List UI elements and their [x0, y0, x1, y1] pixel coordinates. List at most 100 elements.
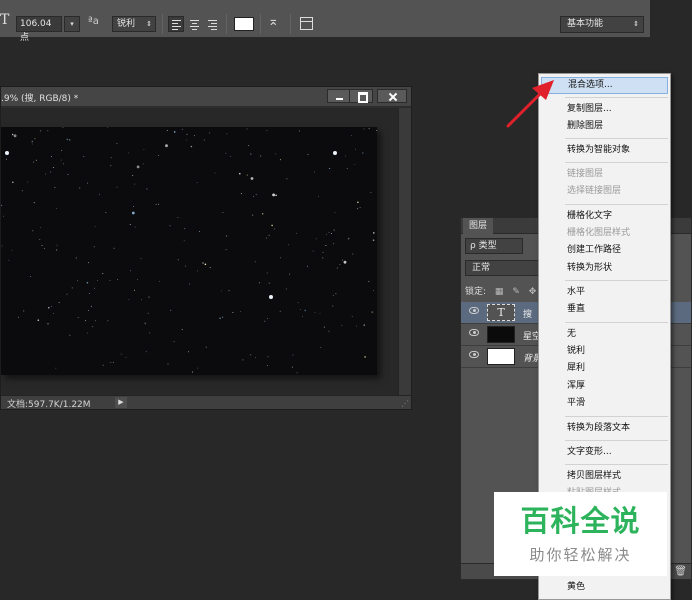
- star: [92, 326, 94, 328]
- star: [196, 181, 198, 183]
- menu-item[interactable]: 创建工作路径: [541, 242, 668, 259]
- align-left-button[interactable]: [168, 16, 184, 32]
- menu-item[interactable]: 黄色: [541, 579, 668, 596]
- star: [88, 310, 89, 311]
- star: [48, 306, 50, 309]
- warp-text-icon[interactable]: ⌅: [268, 14, 279, 29]
- menu-item[interactable]: 删除图层: [541, 118, 668, 135]
- star: [61, 150, 63, 151]
- eye-icon[interactable]: [469, 351, 479, 358]
- star: [372, 289, 374, 291]
- menu-separator: [565, 440, 668, 441]
- lock-move-icon[interactable]: ✥: [529, 287, 537, 297]
- resize-grip-icon[interactable]: ⋰: [401, 399, 409, 408]
- menu-item[interactable]: 混合选项...: [541, 77, 668, 94]
- star: [131, 211, 135, 215]
- star: [136, 279, 138, 280]
- star: [50, 156, 52, 158]
- eye-icon[interactable]: [469, 307, 479, 314]
- menu-item[interactable]: 栅格化文字: [541, 208, 668, 225]
- divider: [162, 14, 163, 34]
- divider: [260, 14, 261, 34]
- menu-separator: [565, 322, 668, 323]
- menu-item[interactable]: 锐利: [541, 343, 668, 360]
- star: [264, 320, 266, 322]
- star: [158, 203, 160, 205]
- star: [146, 188, 148, 190]
- star: [214, 172, 216, 174]
- menu-item[interactable]: 垂直: [541, 301, 668, 318]
- star: [197, 367, 199, 369]
- menu-item[interactable]: 平滑: [541, 395, 668, 412]
- star: [77, 280, 79, 282]
- star: [330, 233, 332, 235]
- font-size-field[interactable]: 106.04 点: [16, 16, 62, 43]
- menu-item[interactable]: 拷贝图层样式: [541, 468, 668, 485]
- star: [30, 276, 31, 277]
- canvas-area[interactable]: [1, 108, 399, 396]
- eye-icon[interactable]: [469, 329, 479, 336]
- star: [116, 186, 118, 188]
- menu-item[interactable]: 犀利: [541, 360, 668, 377]
- document-titlebar[interactable]: .9% (搜, RGB/8) *: [1, 87, 411, 107]
- star: [136, 165, 140, 169]
- star: [120, 353, 122, 355]
- star: [56, 244, 58, 246]
- starfield-image[interactable]: [1, 127, 377, 375]
- star: [228, 290, 230, 292]
- text-tool-icon[interactable]: T: [0, 12, 9, 28]
- star: [50, 306, 52, 307]
- vertical-scrollbar[interactable]: [398, 108, 411, 396]
- layer-filter-value: ρ 类型: [470, 241, 497, 251]
- star: [332, 243, 334, 245]
- star: [109, 280, 111, 282]
- maximize-button[interactable]: [349, 89, 373, 103]
- star: [113, 247, 115, 249]
- lock-transparent-icon[interactable]: ▦: [495, 287, 504, 297]
- antialias-select[interactable]: 锐利 ⇕: [112, 16, 156, 32]
- star: [352, 253, 354, 255]
- star: [186, 133, 188, 135]
- star: [181, 128, 183, 130]
- star: [351, 315, 353, 317]
- layer-filter-select[interactable]: ρ 类型: [465, 238, 523, 254]
- star: [334, 211, 336, 213]
- close-button[interactable]: [377, 89, 407, 103]
- blend-mode-select[interactable]: 正常: [465, 260, 541, 276]
- menu-item[interactable]: 浑厚: [541, 378, 668, 395]
- star: [68, 139, 71, 141]
- watermark-logo: 百科全说 助你轻松解决: [494, 492, 667, 576]
- trash-icon[interactable]: 🗑: [674, 566, 687, 577]
- align-right-button[interactable]: [204, 16, 220, 32]
- star: [190, 145, 193, 148]
- font-size-dropdown[interactable]: ▾: [64, 16, 80, 32]
- menu-item[interactable]: 转换为段落文本: [541, 420, 668, 437]
- workspace-select[interactable]: 基本功能 ⇕: [560, 16, 644, 33]
- menu-item[interactable]: 转换为形状: [541, 260, 668, 277]
- menu-item[interactable]: 文字变形...: [541, 444, 668, 461]
- star: [344, 155, 346, 157]
- star: [322, 251, 324, 253]
- star: [12, 181, 14, 184]
- star: [128, 152, 130, 154]
- minimize-button[interactable]: [327, 89, 351, 103]
- star: [341, 325, 343, 327]
- menu-item[interactable]: 复制图层...: [541, 101, 668, 118]
- star: [11, 249, 13, 251]
- tab-layers[interactable]: 图层: [463, 218, 494, 234]
- text-color-swatch[interactable]: [234, 17, 254, 31]
- menu-item[interactable]: 无: [541, 326, 668, 343]
- star: [1, 204, 3, 206]
- character-panel-icon[interactable]: [300, 17, 313, 30]
- menu-item[interactable]: 转换为智能对象: [541, 142, 668, 159]
- star: [312, 250, 314, 252]
- status-menu-arrow[interactable]: ▶: [115, 397, 127, 408]
- star: [343, 260, 347, 264]
- star: [169, 225, 171, 227]
- lock-paint-icon[interactable]: ✎: [512, 287, 520, 297]
- align-center-button[interactable]: [186, 16, 202, 32]
- star: [204, 263, 207, 266]
- star: [134, 226, 136, 228]
- menu-item[interactable]: 水平: [541, 284, 668, 301]
- star: [27, 181, 29, 183]
